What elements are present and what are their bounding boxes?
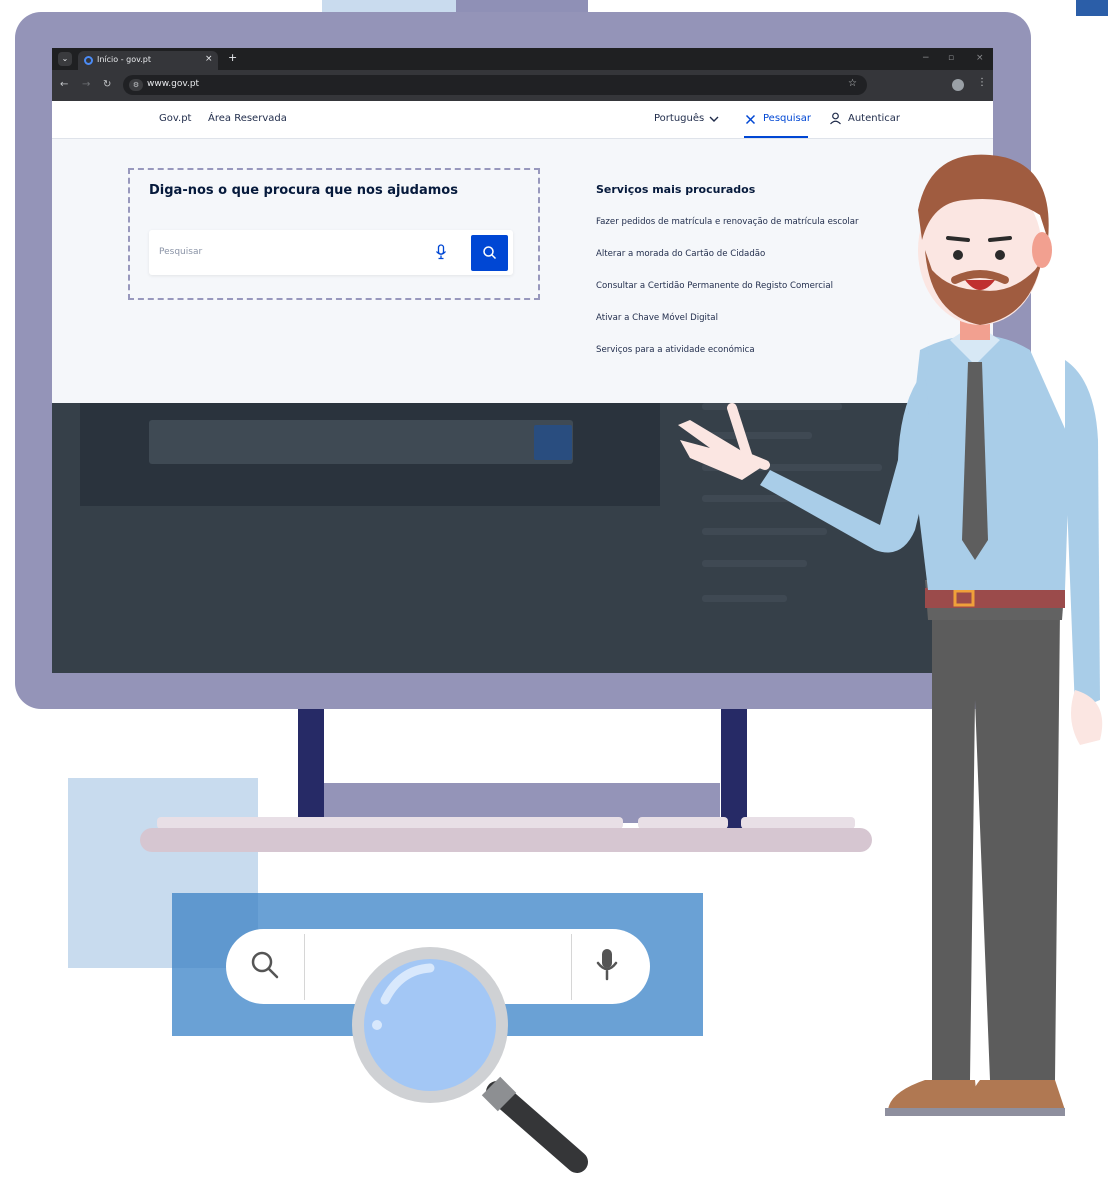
microphone-icon[interactable]: [435, 244, 447, 260]
close-window-button[interactable]: ×: [976, 53, 984, 63]
close-icon[interactable]: [745, 114, 756, 125]
tab-title: Início - gov.pt: [97, 55, 151, 64]
reload-icon[interactable]: ↻: [103, 79, 111, 91]
search-button[interactable]: [471, 235, 508, 271]
illustration-canvas: ⌄ Início - gov.pt × + − ▫ × ← → ↻ ⚙ www.…: [0, 0, 1108, 1182]
monitor-leg-left: [298, 705, 324, 830]
bookmark-star-icon[interactable]: ☆: [848, 78, 857, 89]
maximize-button[interactable]: ▫: [948, 53, 954, 63]
tab-search-button[interactable]: ⌄: [58, 52, 72, 66]
browser-tab-bar: ⌄ Início - gov.pt × + − ▫ ×: [52, 48, 993, 70]
back-icon[interactable]: ←: [60, 79, 68, 91]
site-info-icon[interactable]: ⚙: [129, 79, 143, 91]
search-icon: [483, 246, 497, 260]
browser-tab[interactable]: Início - gov.pt ×: [78, 51, 218, 70]
active-tab-indicator: [148, 136, 191, 138]
omnibox[interactable]: ⚙ www.gov.pt ☆: [123, 75, 867, 95]
dimmed-search-field: [149, 420, 573, 464]
search-active-indicator: [744, 136, 808, 138]
search-icon: [251, 951, 279, 979]
profile-icon[interactable]: [952, 79, 964, 91]
user-icon: [830, 112, 841, 125]
new-tab-button[interactable]: +: [228, 52, 237, 64]
site-header: Gov.pt Área Reservada Português Pesquisa…: [52, 101, 993, 139]
search-placeholder: Pesquisar: [159, 247, 203, 257]
dimmed-search-button: [534, 425, 572, 460]
address-bar: ← → ↻ ⚙ www.gov.pt ☆ ⋮: [52, 70, 993, 101]
tab-close-icon[interactable]: ×: [205, 54, 213, 64]
nav-link-area-reservada[interactable]: Área Reservada: [208, 113, 287, 124]
favicon-icon: [84, 56, 93, 65]
language-selector[interactable]: Português: [654, 113, 704, 124]
microphone-icon: [596, 949, 618, 981]
magnifying-glass-icon: [352, 947, 588, 1173]
minimize-button[interactable]: −: [922, 53, 930, 63]
search-toggle-button[interactable]: Pesquisar: [763, 113, 811, 124]
url-text[interactable]: www.gov.pt: [147, 79, 199, 89]
forward-icon[interactable]: →: [82, 79, 90, 91]
nav-link-govpt[interactable]: Gov.pt: [159, 113, 191, 124]
login-button[interactable]: Autenticar: [848, 113, 900, 124]
decorative-block: [1076, 0, 1108, 16]
search-input[interactable]: Pesquisar: [149, 230, 513, 275]
chevron-down-icon: [709, 116, 719, 122]
search-heading: Diga-nos o que procura que nos ajudamos: [149, 183, 458, 198]
divider: [304, 934, 305, 1000]
browser-menu-icon[interactable]: ⋮: [977, 77, 987, 88]
presenter-illustration: [678, 154, 1103, 1116]
